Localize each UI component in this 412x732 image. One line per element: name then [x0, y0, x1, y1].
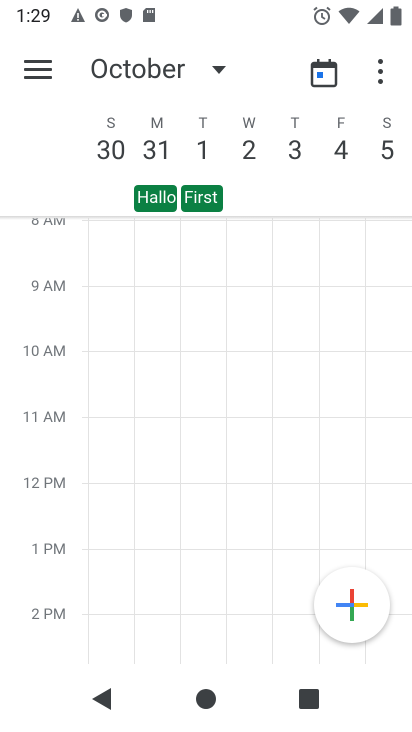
month-selector[interactable]: October	[90, 53, 185, 85]
wifi-icon	[338, 7, 360, 24]
day-number: 4	[333, 136, 349, 166]
day-column-divider	[180, 218, 181, 664]
hour-label: 2 PM	[31, 605, 66, 623]
sd-card-icon	[143, 8, 155, 22]
more-vert-icon[interactable]	[372, 56, 388, 88]
warning-icon	[71, 8, 85, 22]
hour-gridline	[82, 351, 412, 352]
hour-label: 1 PM	[31, 540, 66, 558]
day-number: 30	[96, 136, 126, 166]
hour-label: 10 AM	[22, 342, 66, 360]
day-of-week-label: F	[336, 114, 346, 132]
hour-gridline	[82, 549, 412, 550]
day-column-divider	[88, 218, 89, 664]
alarm-icon	[313, 6, 331, 25]
hour-label: 12 PM	[22, 474, 66, 492]
system-nav-bar	[0, 668, 412, 732]
back-triangle-icon[interactable]	[89, 686, 113, 712]
dropdown-arrow-icon[interactable]	[212, 66, 226, 74]
day-column-divider	[272, 218, 273, 664]
header-shadow	[0, 216, 412, 220]
day-of-week-label: S	[382, 114, 392, 132]
hour-label: 11 AM	[22, 408, 66, 426]
day-of-week-label: T	[290, 114, 300, 132]
day-number: 1	[195, 136, 211, 166]
hour-gridline	[82, 220, 412, 221]
day-of-week-label: S	[106, 114, 116, 132]
day-number: 5	[379, 136, 395, 166]
hour-label: 9 AM	[30, 277, 66, 295]
hour-gridline	[82, 286, 412, 287]
day-number: 31	[142, 136, 172, 166]
home-circle-icon[interactable]	[195, 688, 217, 710]
day-number: 2	[241, 136, 257, 166]
hour-gridline	[82, 483, 412, 484]
google-app-icon	[95, 8, 109, 22]
hamburger-menu-icon[interactable]	[24, 60, 64, 84]
add-plus-icon	[336, 589, 368, 621]
signal-icon	[367, 8, 383, 24]
status-bar: 1:29	[0, 0, 412, 34]
day-number: 3	[287, 136, 303, 166]
event-label: Hallo	[137, 188, 177, 208]
add-event-button[interactable]	[314, 567, 390, 643]
status-left-icons	[70, 7, 156, 23]
day-of-week-label: M	[150, 114, 164, 132]
event-label: First	[184, 188, 218, 208]
day-of-week-label: T	[198, 114, 208, 132]
day-column-divider	[134, 218, 135, 664]
app-bar: October	[0, 40, 412, 104]
battery-icon	[390, 6, 402, 26]
shield-icon	[120, 8, 132, 23]
recents-square-icon[interactable]	[298, 688, 320, 710]
all-day-event-chip[interactable]: Hallo	[134, 185, 177, 212]
all-day-event-chip[interactable]: First	[181, 185, 223, 212]
status-time: 1:29	[16, 6, 51, 27]
day-of-week-label: W	[242, 114, 256, 132]
hour-gridline	[82, 417, 412, 418]
calendar-today-icon[interactable]	[310, 58, 338, 88]
day-column-divider	[226, 218, 227, 664]
status-right-icons	[312, 6, 402, 26]
